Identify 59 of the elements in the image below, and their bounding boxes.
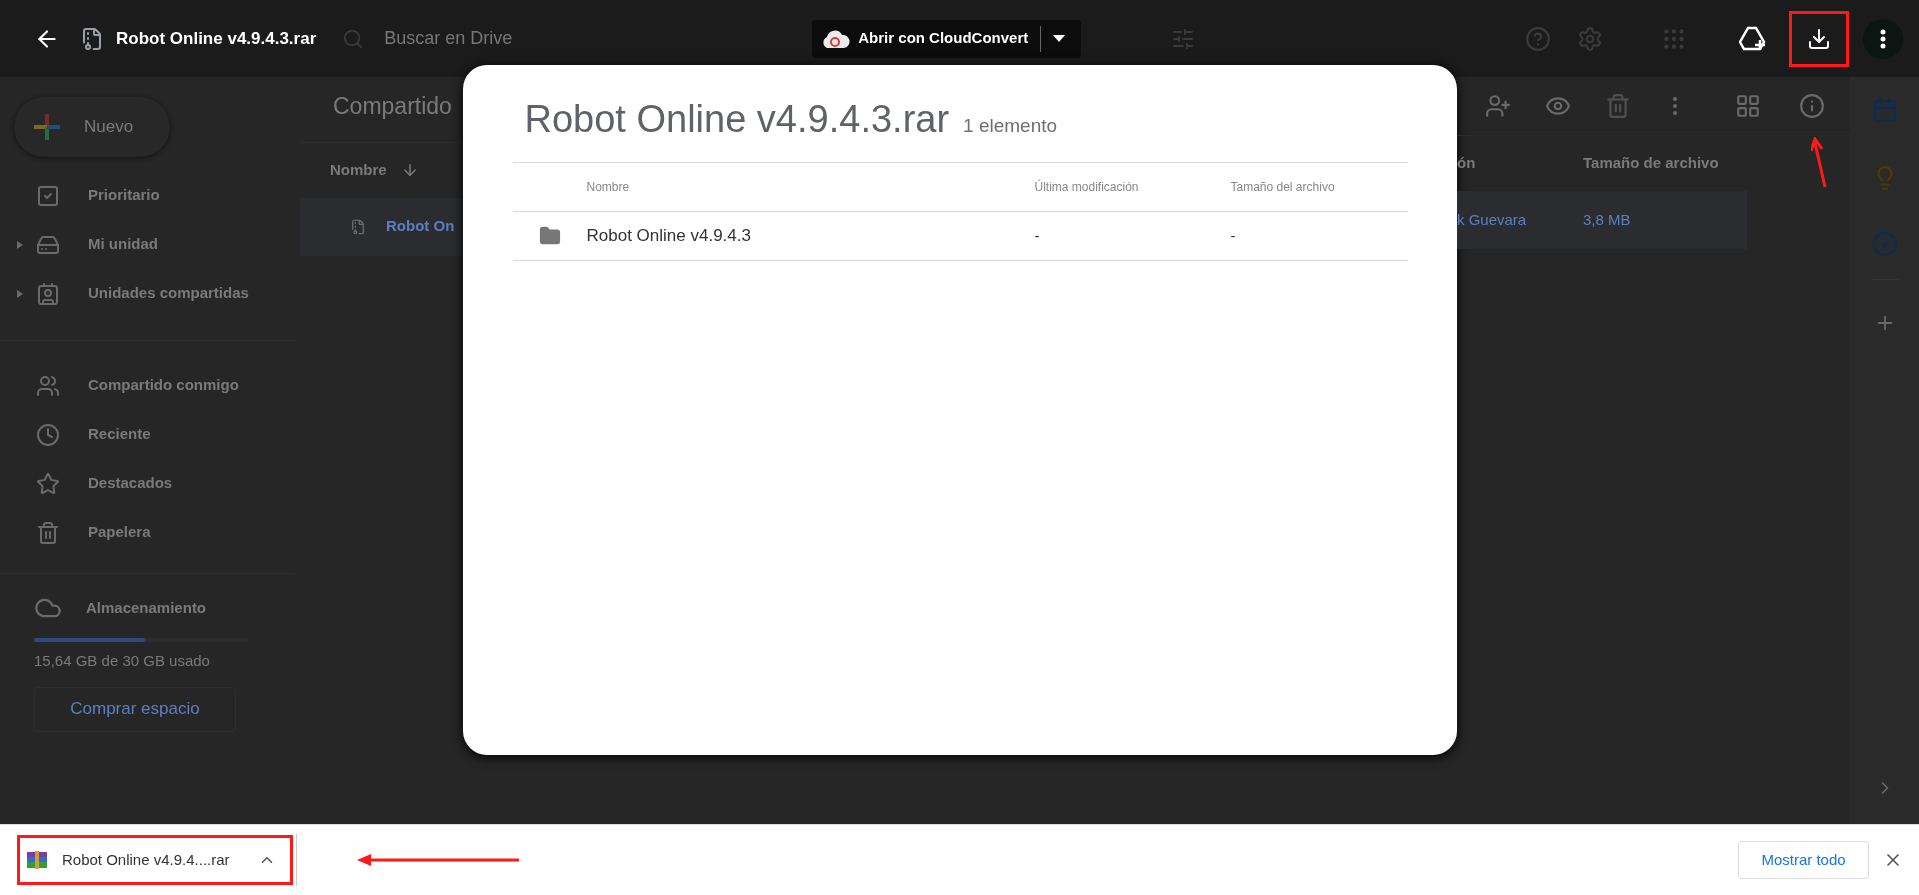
caret-icon [1053, 35, 1066, 42]
nav-icon [36, 422, 60, 447]
nav-item[interactable]: Reciente [0, 410, 295, 459]
share-icon[interactable] [1485, 93, 1511, 119]
expand-arrow-icon[interactable] [16, 239, 24, 250]
open-with-button[interactable]: Abrir con CloudConvert [812, 19, 1082, 58]
new-button[interactable]: Nuevo [14, 97, 170, 157]
nav-item[interactable]: Destacados [0, 459, 295, 508]
nav-icon [36, 281, 60, 306]
info-icon[interactable] [1799, 93, 1825, 119]
filter-icon [1171, 26, 1196, 51]
folder-name: Robot Online v4.9.4.3 [586, 225, 752, 248]
nav-item[interactable]: Papelera [0, 508, 295, 557]
download-button[interactable] [1789, 10, 1849, 67]
help-icon[interactable] [1525, 25, 1551, 52]
page-heading: Compartido [333, 92, 453, 121]
storage-link[interactable]: Almacenamiento [0, 588, 300, 628]
modified-cell-text: - [1034, 225, 1041, 246]
column-header[interactable]: Tamaño de archivo [1583, 152, 1719, 175]
archive-icon [26, 850, 48, 870]
column-header[interactable]: Nombre [330, 158, 387, 182]
column-header[interactable]: Última modificación [1034, 178, 1231, 196]
column-header[interactable]: Nombre [586, 178, 1035, 196]
download-item[interactable]: Robot Online v4.9.4....rar [17, 835, 293, 885]
nav-item[interactable]: Prioritario [0, 171, 295, 220]
trash-icon[interactable] [1605, 93, 1631, 119]
annotation-arrow [1811, 137, 1827, 189]
more-icon [1880, 28, 1886, 49]
size-cell-text: - [1230, 225, 1237, 246]
more-button[interactable] [1863, 18, 1903, 59]
file-icon [350, 218, 366, 235]
nav-item[interactable]: Compartido conmigo [0, 361, 295, 410]
storage-usage: 15,64 GB de 30 GB usado [34, 651, 211, 671]
nav-item[interactable]: Unidades compartidas [0, 269, 295, 318]
folder-row[interactable]: Robot Online v4.9.4.3 - - [512, 212, 1408, 261]
nav-item[interactable]: Mi unidad [0, 220, 295, 269]
file-row[interactable]: k Guevara 3,8 MB [1457, 191, 1747, 249]
column-header[interactable]: ón [1457, 152, 1583, 175]
nav-icon [36, 183, 60, 208]
file-icon [80, 26, 104, 51]
expand-arrow-icon[interactable] [16, 288, 24, 299]
nav-icon [36, 471, 60, 496]
file-title: Robot Online v4.9.4.3.rar [116, 27, 317, 50]
settings-icon[interactable] [1577, 25, 1603, 52]
column-header[interactable]: Tamaño del archivo [1230, 178, 1408, 196]
grid-view-icon[interactable] [1735, 93, 1761, 119]
drive-add-icon[interactable] [1739, 25, 1767, 52]
file-row[interactable]: Robot On [300, 197, 463, 256]
search-field[interactable]: Buscar en Drive [384, 25, 685, 52]
item-count: 1 elemento [963, 114, 1058, 138]
show-all-button[interactable]: Mostrar todo [1738, 841, 1869, 879]
folder-icon [538, 225, 561, 247]
dialog-title: Robot Online v4.9.4.3.rar [524, 97, 950, 142]
plus-icon [32, 112, 62, 142]
buy-storage-button[interactable]: Comprar espacio [34, 686, 236, 732]
download-icon [1807, 26, 1831, 51]
search-icon [342, 27, 365, 50]
nav-icon [36, 373, 60, 398]
nav-icon [36, 520, 60, 545]
